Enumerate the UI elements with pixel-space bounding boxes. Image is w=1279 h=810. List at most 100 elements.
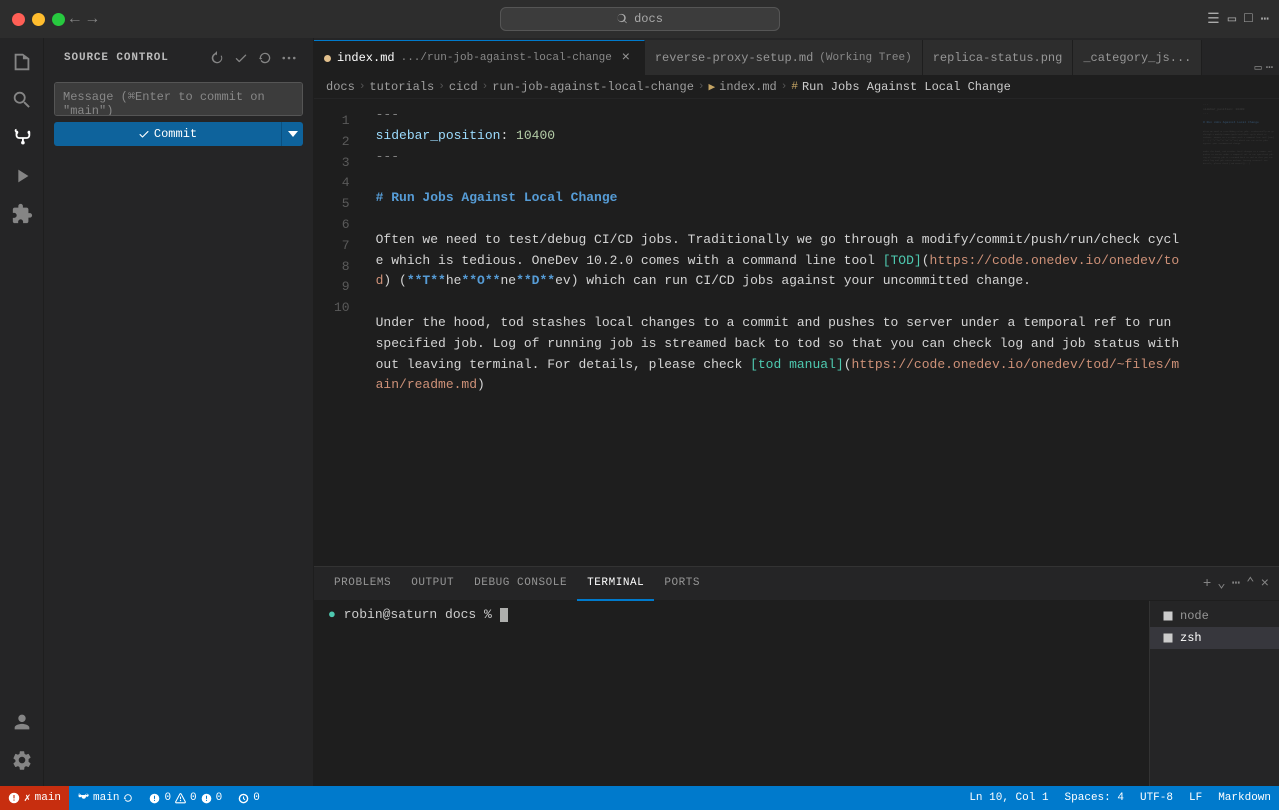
- status-errors-item[interactable]: 0 0 0: [141, 786, 230, 810]
- navigation-buttons: ← →: [70, 10, 97, 28]
- terminal-prompt-text: robin@saturn docs %: [344, 607, 500, 622]
- tab-index-md[interactable]: index.md .../run-job-against-local-chang…: [314, 40, 645, 75]
- sync-icon-status: [123, 793, 133, 803]
- panel-add-icon[interactable]: +: [1203, 576, 1211, 592]
- explorer-icon[interactable]: [4, 44, 40, 80]
- code-line-2: sidebar_position: 10400: [376, 126, 1183, 147]
- forward-button[interactable]: →: [88, 10, 98, 28]
- line-num-6: 6: [314, 215, 360, 236]
- maximize-button[interactable]: [52, 13, 65, 26]
- editor-scroll[interactable]: 1 2 3 4 5 6 7 8 9 10 --- sidebar_p: [314, 99, 1199, 566]
- breadcrumb-run-job[interactable]: run-job-against-local-change: [492, 80, 694, 94]
- panel-tab-output[interactable]: OUTPUT: [401, 567, 464, 601]
- ports-icon: [238, 793, 249, 804]
- more-options-icon[interactable]: [279, 48, 299, 68]
- commit-area: Commit: [44, 74, 313, 154]
- status-language[interactable]: Markdown: [1210, 786, 1279, 810]
- split-icon[interactable]: □: [1244, 11, 1252, 28]
- status-info-count: 0: [216, 792, 223, 804]
- tab-replica-status[interactable]: replica-status.png: [923, 40, 1074, 75]
- commit-button[interactable]: Commit: [54, 122, 281, 146]
- checkmark-icon-small: [138, 128, 150, 140]
- settings-icon[interactable]: [4, 742, 40, 778]
- source-control-icon[interactable]: [4, 120, 40, 156]
- line-num-2: 2: [314, 132, 360, 153]
- activity-bar: [0, 38, 44, 786]
- code-line-7: Often we need to test/debug CI/CD jobs. …: [376, 230, 1183, 292]
- panel-tab-ports[interactable]: PORTS: [654, 567, 710, 601]
- panel-more-icon[interactable]: ⋯: [1232, 575, 1240, 592]
- terminal-prompt-line: ● robin@saturn docs %: [328, 607, 1135, 622]
- chevron-down-icon: [288, 129, 298, 139]
- layout-icon[interactable]: ▭: [1228, 11, 1236, 28]
- minimize-button[interactable]: [32, 13, 45, 26]
- panel-maximize-icon[interactable]: ⌃: [1246, 575, 1254, 592]
- code-line-4: [376, 167, 1183, 188]
- status-branch-item[interactable]: main: [69, 786, 141, 810]
- panel-chevron-icon[interactable]: ⌄: [1217, 575, 1225, 592]
- terminal-item-label-node: node: [1180, 609, 1209, 623]
- close-button[interactable]: [12, 13, 25, 26]
- status-ports-item[interactable]: 0: [230, 786, 268, 810]
- terminal-cursor: [500, 608, 508, 622]
- tab-category[interactable]: _category_js...: [1073, 40, 1202, 75]
- breadcrumb-cicd[interactable]: cicd: [449, 80, 478, 94]
- title-search[interactable]: docs: [500, 7, 780, 31]
- more-icon[interactable]: ⋯: [1261, 11, 1269, 28]
- panel-close-icon[interactable]: ×: [1261, 576, 1269, 592]
- editor-more-icon[interactable]: ⋯: [1266, 60, 1273, 75]
- breadcrumb-file-icon: ▶: [709, 80, 716, 94]
- panel-tab-debug-console[interactable]: DEBUG CONSOLE: [464, 567, 577, 601]
- terminal-item-zsh[interactable]: zsh: [1150, 627, 1279, 649]
- tab-close-button[interactable]: ×: [618, 50, 634, 66]
- search-icon[interactable]: [4, 82, 40, 118]
- minimap-content: --- sidebar_position: 10400 --- # Run Jo…: [1199, 99, 1279, 169]
- breadcrumb-sep-5: ›: [781, 81, 788, 93]
- search-icon: [616, 13, 628, 25]
- line-num-7: 7: [314, 236, 360, 257]
- sidebar: SOURCE CONTROL: [44, 38, 314, 786]
- terminal-content[interactable]: ● robin@saturn docs %: [314, 601, 1149, 786]
- status-error-item[interactable]: ✗ main: [0, 786, 69, 810]
- terminal-item-node[interactable]: node: [1150, 605, 1279, 627]
- tabs-right-actions: ▭ ⋯: [1249, 60, 1279, 75]
- extensions-icon[interactable]: [4, 196, 40, 232]
- status-line-ending[interactable]: LF: [1181, 786, 1210, 810]
- editor-content: 1 2 3 4 5 6 7 8 9 10 --- sidebar_p: [314, 99, 1279, 566]
- status-encoding[interactable]: UTF-8: [1132, 786, 1181, 810]
- refresh-button[interactable]: [207, 48, 227, 68]
- tab-label: reverse-proxy-setup.md: [655, 51, 813, 65]
- sync-icon[interactable]: [255, 48, 275, 68]
- editor-area: index.md .../run-job-against-local-chang…: [314, 38, 1279, 786]
- commit-message-input[interactable]: [54, 82, 303, 116]
- split-editor-icon[interactable]: ▭: [1255, 60, 1262, 75]
- status-spaces[interactable]: Spaces: 4: [1057, 786, 1132, 810]
- status-position[interactable]: Ln 10, Col 1: [961, 786, 1056, 810]
- terminal-list: node zsh: [1149, 601, 1279, 786]
- line-num-3: 3: [314, 153, 360, 174]
- breadcrumb-tutorials[interactable]: tutorials: [369, 80, 434, 94]
- sidebar-toggle-icon[interactable]: ☰: [1207, 11, 1220, 28]
- breadcrumb-heading: Run Jobs Against Local Change: [802, 80, 1011, 94]
- code-area: 1 2 3 4 5 6 7 8 9 10 --- sidebar_p: [314, 99, 1199, 423]
- commit-button-row: Commit: [54, 122, 303, 146]
- panel-body: ● robin@saturn docs % node zsh: [314, 601, 1279, 786]
- panel-tab-problems[interactable]: PROBLEMS: [324, 567, 401, 601]
- breadcrumb-index-md[interactable]: index.md: [719, 80, 777, 94]
- back-button[interactable]: ←: [70, 10, 80, 28]
- breadcrumb-docs[interactable]: docs: [326, 80, 355, 94]
- run-debug-icon[interactable]: [4, 158, 40, 194]
- breadcrumb-heading-icon: #: [791, 81, 798, 93]
- checkmark-icon[interactable]: [231, 48, 251, 68]
- status-language-text: Markdown: [1218, 792, 1271, 804]
- status-right: Ln 10, Col 1 Spaces: 4 UTF-8 LF Markdown: [961, 786, 1279, 810]
- branch-icon: [77, 792, 89, 804]
- commit-label: Commit: [154, 127, 197, 141]
- account-icon[interactable]: [4, 704, 40, 740]
- panel-tab-terminal[interactable]: TERMINAL: [577, 567, 654, 601]
- status-line-ending-text: LF: [1189, 792, 1202, 804]
- commit-dropdown-button[interactable]: [281, 122, 303, 146]
- tab-reverse-proxy[interactable]: reverse-proxy-setup.md (Working Tree): [645, 40, 923, 75]
- code-lines[interactable]: --- sidebar_position: 10400 --- # Run Jo…: [360, 105, 1199, 417]
- window-actions: ☰ ▭ □ ⋯: [1207, 11, 1269, 28]
